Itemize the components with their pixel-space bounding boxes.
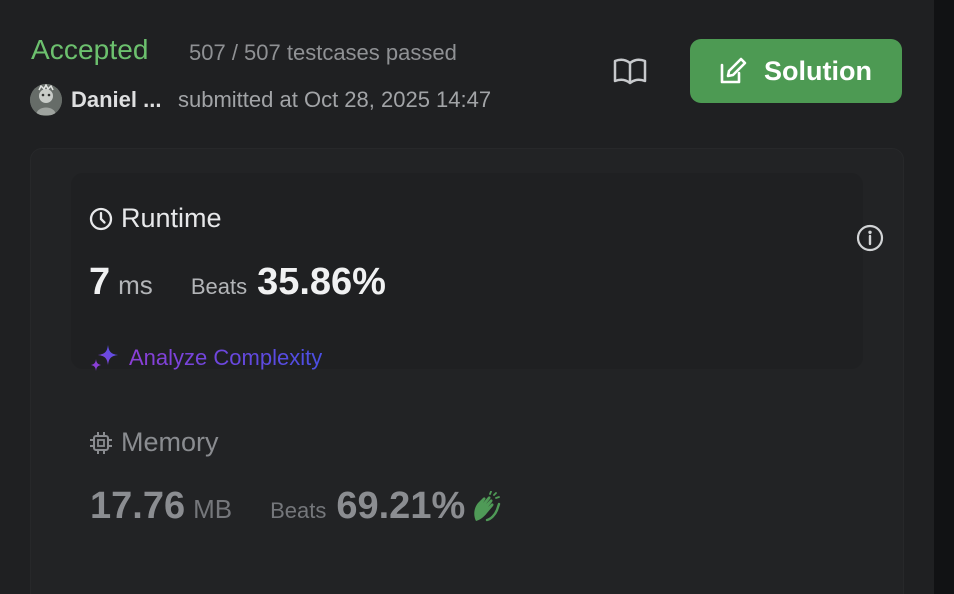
memory-value: 17.76 [90,485,186,527]
memory-unit: MB [193,494,233,524]
sparkle-icon [91,345,118,371]
analyze-complexity-button[interactable]: Analyze Complexity [89,343,322,373]
memory-title: Memory [89,427,219,458]
solution-button-label: Solution [764,55,872,86]
analyze-complexity-label: Analyze Complexity [129,345,323,370]
runtime-title: Runtime [89,203,222,234]
performance-panel: Runtime 7 ms Beats 35.86% Analyze Comple… [30,148,904,594]
solution-button[interactable]: Solution [690,39,902,103]
username-link[interactable]: Daniel ... [71,87,161,113]
runtime-card[interactable]: Runtime 7 ms Beats 35.86% Analyze Comple… [71,173,884,371]
runtime-info-button[interactable] [855,223,885,253]
runtime-metric-row: 7 ms Beats 35.86% [89,261,386,304]
runtime-beats-label: Beats [190,274,248,299]
clock-icon [89,207,113,230]
runtime-beats-percent: 35.86% [257,261,386,303]
user-avatar[interactable] [30,84,62,116]
memory-metric-row: 17.76 MB Beats 69.21% [90,485,501,528]
runtime-unit: ms [118,270,153,300]
book-open-icon [613,58,647,85]
runtime-value: 7 [89,261,111,303]
submission-status: Accepted [31,34,149,65]
right-edge-divider [934,0,954,594]
memory-beats-percent: 69.21% [336,485,466,527]
chip-icon [90,431,112,454]
clapping-hands-icon [474,490,501,521]
testcases-passed-text: 507 / 507 testcases passed [189,40,457,65]
edit-icon [720,57,747,84]
editorial-button[interactable] [586,40,674,102]
submission-result-page: Accepted 507 / 507 testcases passed Dani… [0,0,954,594]
info-icon [856,224,884,252]
submitted-at-text: submitted at Oct 28, 2025 14:47 [178,87,492,112]
memory-beats-label: Beats [270,498,327,523]
runtime-title-text: Runtime [121,203,222,233]
avatar-image [30,84,62,116]
memory-title-text: Memory [121,427,219,457]
